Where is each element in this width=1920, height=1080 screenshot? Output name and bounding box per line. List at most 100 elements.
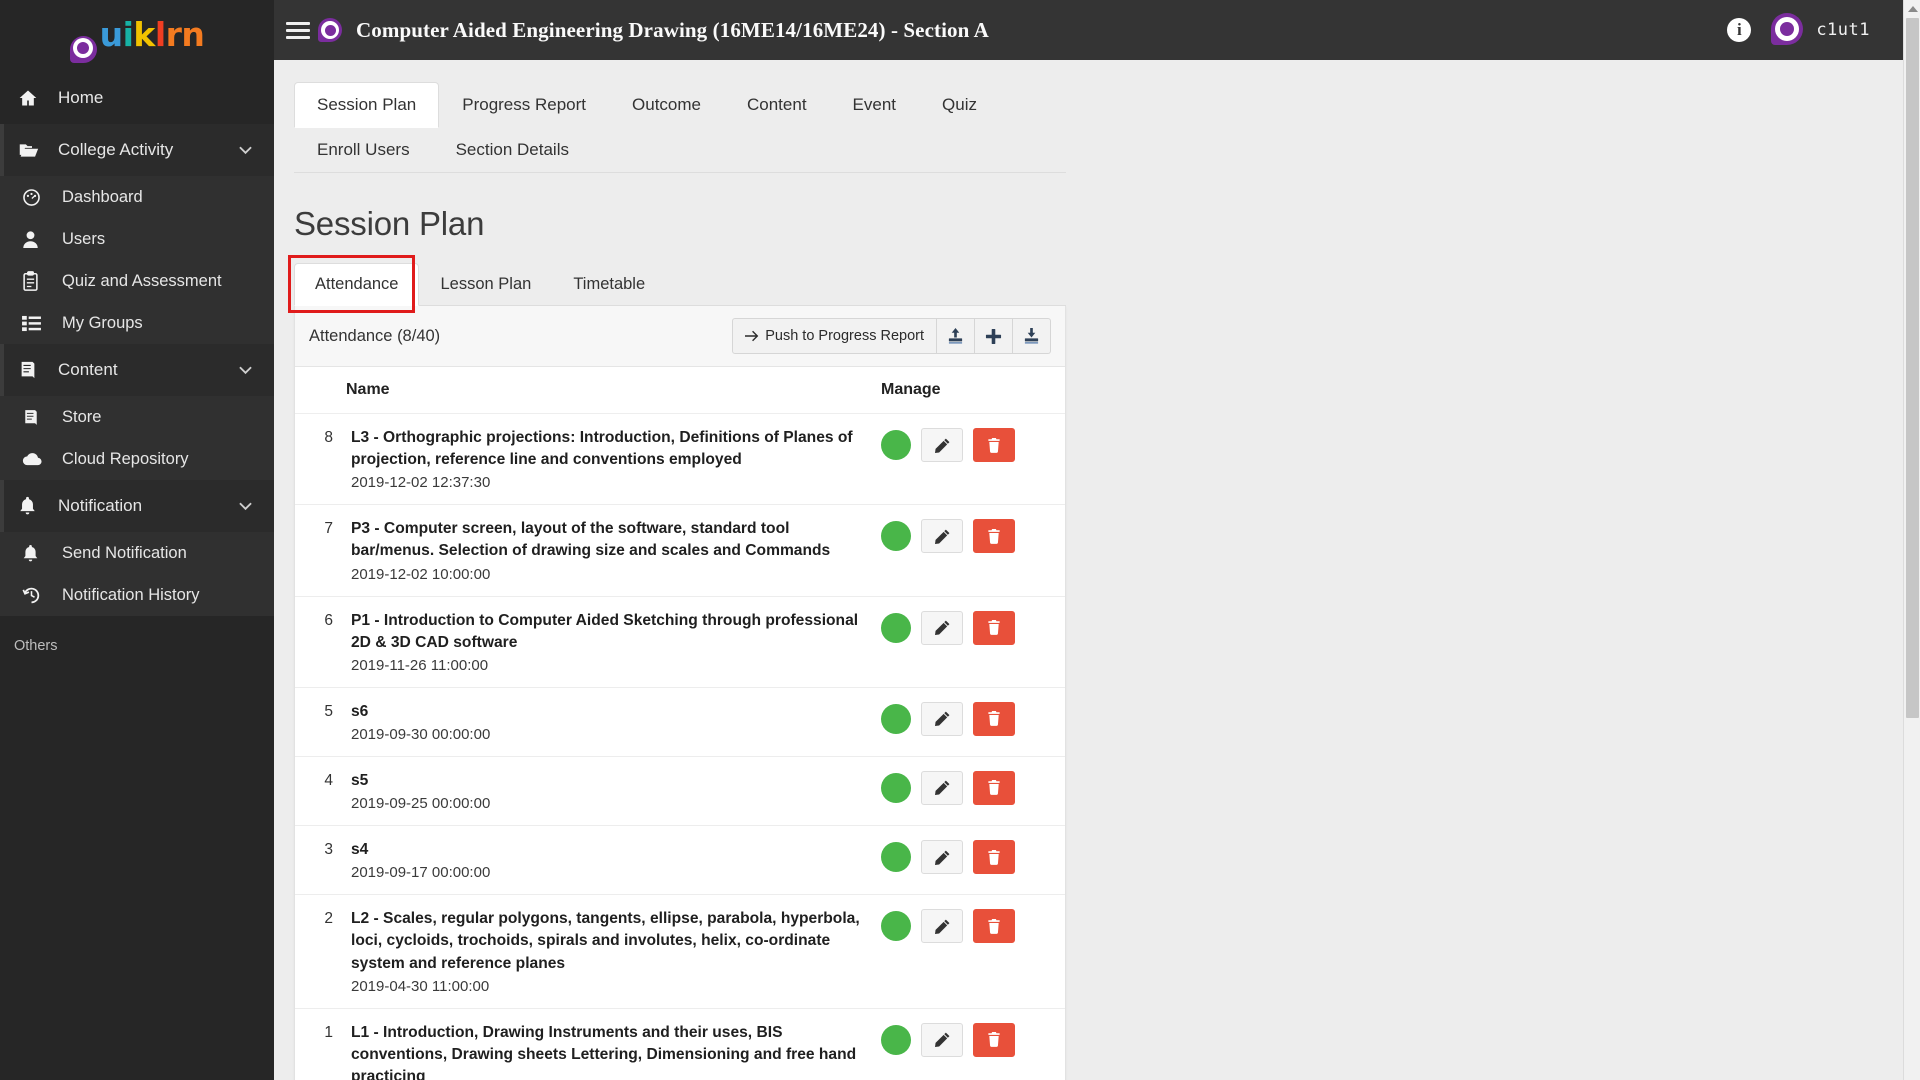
tab-outcome[interactable]: Outcome [609, 82, 724, 128]
row-date: 2019-12-02 12:37:30 [351, 474, 491, 492]
edit-button[interactable] [921, 428, 963, 462]
logo-letter-n: n [181, 14, 205, 54]
sidebar-item-notification[interactable]: Notification [0, 480, 274, 532]
row-body: s6 2019-09-30 00:00:00 [333, 701, 881, 743]
status-indicator-icon[interactable] [881, 1024, 911, 1055]
delete-button[interactable] [973, 519, 1015, 554]
subtab-timetable[interactable]: Timetable [552, 263, 666, 306]
plus-icon[interactable] [975, 318, 1013, 354]
dashboard-icon [22, 188, 62, 207]
chevron-down-icon-content [239, 366, 274, 375]
chevron-down-icon [239, 146, 274, 155]
scrollbar-thumb[interactable] [1906, 18, 1919, 718]
app-logo[interactable]: uiklrn [0, 0, 274, 63]
column-header-manage: Manage [881, 381, 941, 398]
tab-quiz[interactable]: Quiz [919, 82, 1000, 128]
push-to-progress-report-button[interactable]: Push to Progress Report [732, 318, 937, 354]
sidebar-item-college-activity[interactable]: College Activity [0, 124, 274, 176]
sidebar-item-notification-history[interactable]: Notification History [0, 574, 274, 616]
sidebar-item-dashboard[interactable]: Dashboard [0, 176, 274, 218]
edit-button[interactable] [921, 770, 963, 805]
table-row: 2 L2 - Scales, regular polygons, tangent… [295, 895, 1065, 1009]
application-root: uiklrn Home College Activity Dashboard U… [0, 0, 1920, 1080]
row-body: s5 2019-09-25 00:00:00 [333, 770, 881, 812]
table-row: 6 P1 - Introduction to Computer Aided Sk… [295, 597, 1065, 688]
sidebar-item-home[interactable]: Home [0, 72, 274, 124]
bell-icon [18, 496, 58, 516]
delete-button[interactable] [973, 701, 1015, 736]
edit-button[interactable] [921, 1022, 963, 1057]
row-index: 4 [324, 771, 333, 789]
tab-section-details[interactable]: Section Details [433, 127, 592, 173]
delete-button[interactable] [973, 610, 1015, 645]
sidebar-label-notification: Notification [58, 496, 143, 515]
delete-button[interactable] [973, 770, 1015, 805]
tab-session-plan[interactable]: Session Plan [294, 82, 440, 128]
sidebar-item-send-notification[interactable]: Send Notification [0, 532, 274, 574]
edit-button[interactable] [921, 610, 963, 645]
row-date: 2019-11-26 11:00:00 [351, 656, 489, 674]
delete-button[interactable] [973, 428, 1015, 462]
quiklrn-logo: uiklrn [69, 14, 205, 63]
row-body: s4 2019-09-17 00:00:00 [333, 839, 881, 881]
upload-icon[interactable] [937, 318, 975, 354]
user-menu[interactable]: c1ut1 [1771, 13, 1870, 47]
row-manage [881, 427, 1051, 462]
edit-button[interactable] [921, 701, 963, 736]
status-indicator-icon[interactable] [881, 612, 911, 643]
sub-tabs-wrapper: Attendance Lesson Plan Timetable [288, 255, 1066, 313]
tab-enroll-users[interactable]: Enroll Users [294, 127, 433, 173]
folder-open-icon [18, 140, 58, 161]
page-title: Session Plan [294, 205, 485, 242]
sub-tabs: Attendance Lesson Plan Timetable [294, 263, 1066, 306]
tab-content[interactable]: Content [724, 82, 830, 128]
status-indicator-icon[interactable] [881, 430, 911, 460]
status-indicator-icon[interactable] [881, 703, 911, 734]
attendance-count-label: Attendance (8/40) [309, 326, 441, 345]
sidebar-item-quiz-and-assessment[interactable]: Quiz and Assessment [0, 260, 274, 302]
sidebar-item-users[interactable]: Users [0, 218, 274, 260]
edit-button[interactable] [921, 840, 963, 875]
edit-button[interactable] [921, 909, 963, 944]
row-manage [881, 610, 1051, 645]
subtab-attendance[interactable]: Attendance [294, 263, 420, 306]
row-title: s6 [351, 702, 369, 720]
attendance-card: Attendance (8/40) Push to Progress Repor… [294, 306, 1066, 1080]
sidebar-item-cloud-repository[interactable]: Cloud Repository [0, 438, 274, 480]
content-area: Session Plan Progress Report Outcome Con… [274, 60, 1920, 1080]
attendance-card-header: Attendance (8/40) Push to Progress Repor… [295, 306, 1065, 367]
history-icon [22, 586, 62, 605]
status-indicator-icon[interactable] [881, 772, 911, 803]
tab-progress-report[interactable]: Progress Report [439, 82, 609, 128]
row-index: 8 [324, 429, 333, 446]
delete-button[interactable] [973, 840, 1015, 875]
sidebar-label-home: Home [58, 88, 104, 107]
arrow-right-icon [745, 330, 759, 342]
logo-letter-i: i [122, 14, 134, 54]
hamburger-icon[interactable] [286, 21, 310, 39]
delete-button[interactable] [973, 909, 1015, 944]
chevron-down-icon-notification [239, 502, 274, 511]
delete-button[interactable] [973, 1022, 1015, 1057]
sidebar-item-my-groups[interactable]: My Groups [0, 302, 274, 344]
row-index: 1 [324, 1023, 333, 1041]
row-title: P1 - Introduction to Computer Aided Sket… [351, 611, 859, 651]
info-icon[interactable]: i [1727, 18, 1752, 42]
subtab-lesson-plan[interactable]: Lesson Plan [419, 263, 552, 306]
sidebar-item-content[interactable]: Content [0, 344, 274, 396]
table-row: 8 L3 - Orthographic projections: Introdu… [295, 414, 1065, 506]
status-indicator-icon[interactable] [881, 911, 911, 942]
attendance-table-body: 8 L3 - Orthographic projections: Introdu… [295, 414, 1065, 1080]
tab-event[interactable]: Event [830, 82, 919, 128]
cloud-icon [22, 451, 62, 467]
edit-button[interactable] [921, 519, 963, 554]
row-body: P1 - Introduction to Computer Aided Sket… [333, 610, 881, 674]
book-icon [18, 360, 58, 380]
list-icon [22, 315, 62, 332]
status-indicator-icon[interactable] [881, 521, 911, 552]
scroll-up-arrow-icon[interactable] [1904, 0, 1920, 18]
sidebar-item-store[interactable]: Store [0, 396, 274, 438]
vertical-scrollbar[interactable] [1903, 0, 1920, 1080]
status-indicator-icon[interactable] [881, 842, 911, 873]
download-icon[interactable] [1013, 318, 1051, 354]
